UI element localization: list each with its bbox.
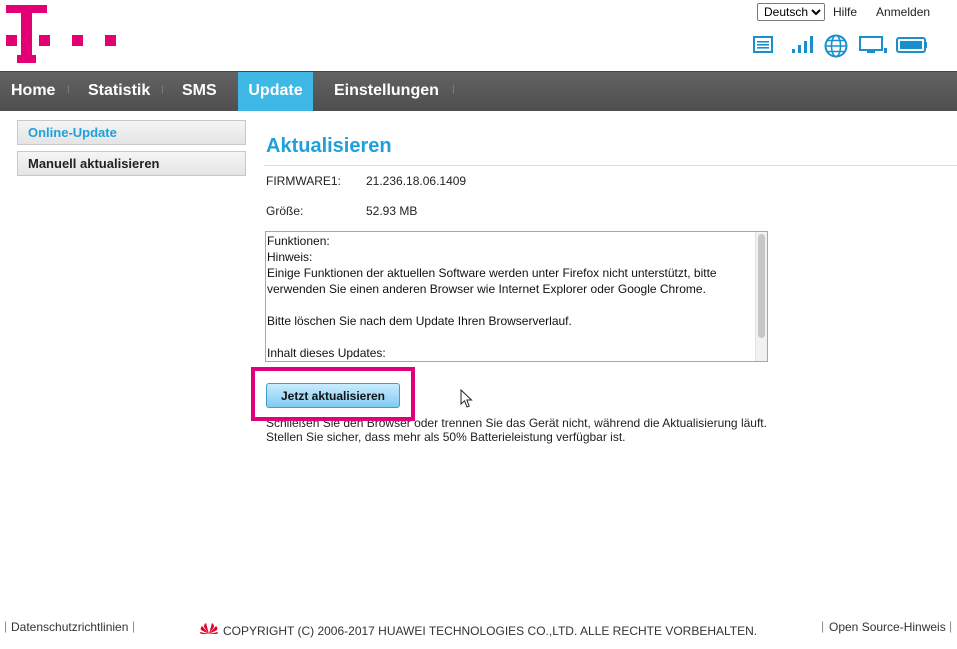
release-notes-text: Funktionen: Hinweis: Einige Funktionen d…	[267, 233, 755, 361]
nav-separator: ⁞	[452, 85, 455, 96]
nav-item-einstellungen[interactable]: Einstellungen	[334, 72, 439, 111]
footer-divider: |	[821, 619, 825, 633]
nav-separator: ⁞	[161, 85, 164, 96]
page-title: Aktualisieren	[266, 135, 392, 157]
release-notes-box[interactable]: Funktionen: Hinweis: Einige Funktionen d…	[265, 231, 768, 362]
login-link[interactable]: Anmelden	[876, 5, 930, 19]
nav-separator: ⁞	[67, 85, 70, 96]
firmware-value: 21.236.18.06.1409	[366, 174, 467, 188]
footer-divider: |	[4, 619, 8, 633]
release-note-line: Bitte löschen Sie nach dem Update Ihren …	[267, 314, 572, 328]
release-note-line: Inhalt dieses Updates:	[267, 346, 386, 360]
release-note-line	[267, 329, 755, 345]
open-source-link[interactable]: Open Source-Hinweis	[829, 620, 946, 634]
update-now-button[interactable]: Jetzt aktualisieren	[266, 383, 400, 408]
release-note-line	[267, 297, 755, 313]
nav-item-statistik[interactable]: Statistik	[88, 72, 150, 111]
firmware-label: FIRMWARE1:	[266, 174, 341, 188]
footer-divider: |	[132, 619, 136, 633]
language-select[interactable]: Deutsch	[757, 3, 825, 21]
size-label: Größe:	[266, 204, 304, 218]
help-link[interactable]: Hilfe	[833, 5, 857, 19]
title-divider	[264, 165, 957, 166]
sidebar-item-manual-update[interactable]: Manuell aktualisieren	[17, 151, 246, 176]
size-value: 52.93 MB	[366, 204, 418, 218]
sidebar-item-online-update[interactable]: Online-Update	[17, 120, 246, 145]
nav-item-sms[interactable]: SMS	[182, 72, 217, 111]
nav-item-home[interactable]: Home	[11, 72, 55, 111]
battery-icon	[896, 37, 927, 53]
release-note-line: Hinweis:	[267, 250, 313, 264]
main-navigation: Home ⁞ Statistik ⁞ SMS Update Einstellun…	[0, 71, 957, 111]
nav-item-update[interactable]: Update	[238, 72, 313, 111]
release-notes-scrollbar[interactable]	[755, 232, 767, 361]
device-monitor-icon	[859, 36, 887, 53]
battery-warning-text: Stellen Sie sicher, dass mehr als 50% Ba…	[266, 430, 626, 444]
huawei-logo	[200, 623, 218, 634]
message-list-icon[interactable]	[752, 34, 774, 56]
footer-divider: |	[949, 619, 953, 633]
telekom-logo	[6, 5, 116, 63]
privacy-link[interactable]: Datenschutzrichtlinien	[11, 620, 128, 634]
copyright-text: COPYRIGHT (C) 2006-2017 HUAWEI TECHNOLOG…	[223, 624, 758, 638]
release-note-line: Funktionen:	[267, 234, 330, 248]
release-note-line: Einige Funktionen der aktuellen Software…	[267, 266, 717, 296]
scrollbar-thumb[interactable]	[758, 234, 765, 338]
mouse-cursor-icon	[460, 389, 473, 408]
globe-internet-icon	[824, 34, 848, 58]
signal-strength-icon	[792, 36, 813, 53]
